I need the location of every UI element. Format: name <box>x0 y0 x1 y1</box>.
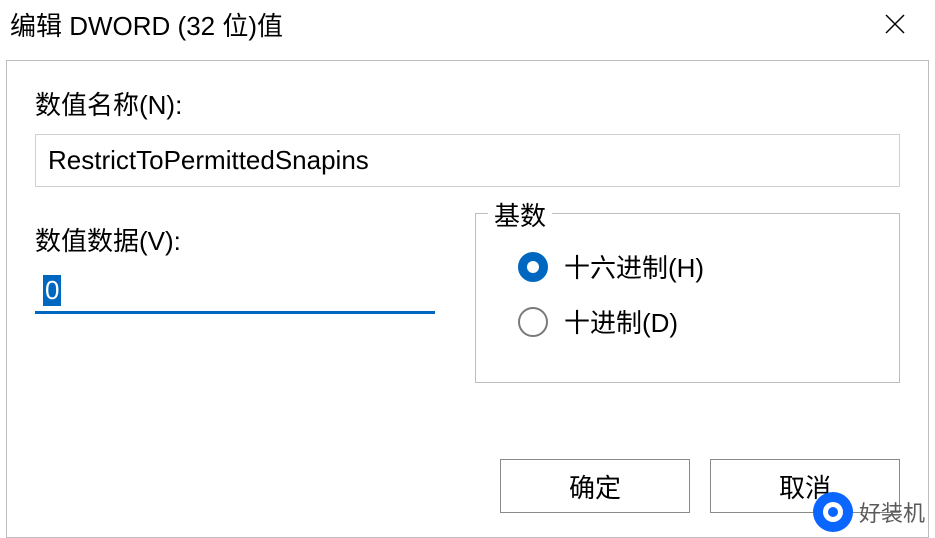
ok-button[interactable]: 确定 <box>500 459 690 513</box>
dialog-title: 编辑 DWORD (32 位)值 <box>10 6 283 43</box>
radio-hex-label: 十六进制(H) <box>564 248 704 285</box>
radio-decimal[interactable]: 十进制(D) <box>518 303 875 340</box>
value-data-label: 数值数据(V): <box>35 221 435 258</box>
value-name-label: 数值名称(N): <box>35 85 900 122</box>
dialog-body: 数值名称(N): 数值数据(V): 0 基数 十六进制(H) 十进制(D) <box>6 60 929 538</box>
titlebar: 编辑 DWORD (32 位)值 <box>0 0 935 48</box>
value-data-input[interactable]: 0 <box>35 270 435 314</box>
cancel-button[interactable]: 取消 <box>710 459 900 513</box>
base-group-label: 基数 <box>488 196 552 233</box>
close-icon[interactable] <box>875 4 915 44</box>
value-name-input[interactable] <box>35 134 900 187</box>
base-groupbox: 基数 十六进制(H) 十进制(D) <box>475 213 900 383</box>
radio-hexadecimal[interactable]: 十六进制(H) <box>518 248 875 285</box>
radio-icon <box>518 307 548 337</box>
dialog-buttons: 确定 取消 <box>500 459 900 513</box>
radio-dec-label: 十进制(D) <box>564 303 678 340</box>
value-data-text: 0 <box>43 275 61 306</box>
radio-icon <box>518 252 548 282</box>
